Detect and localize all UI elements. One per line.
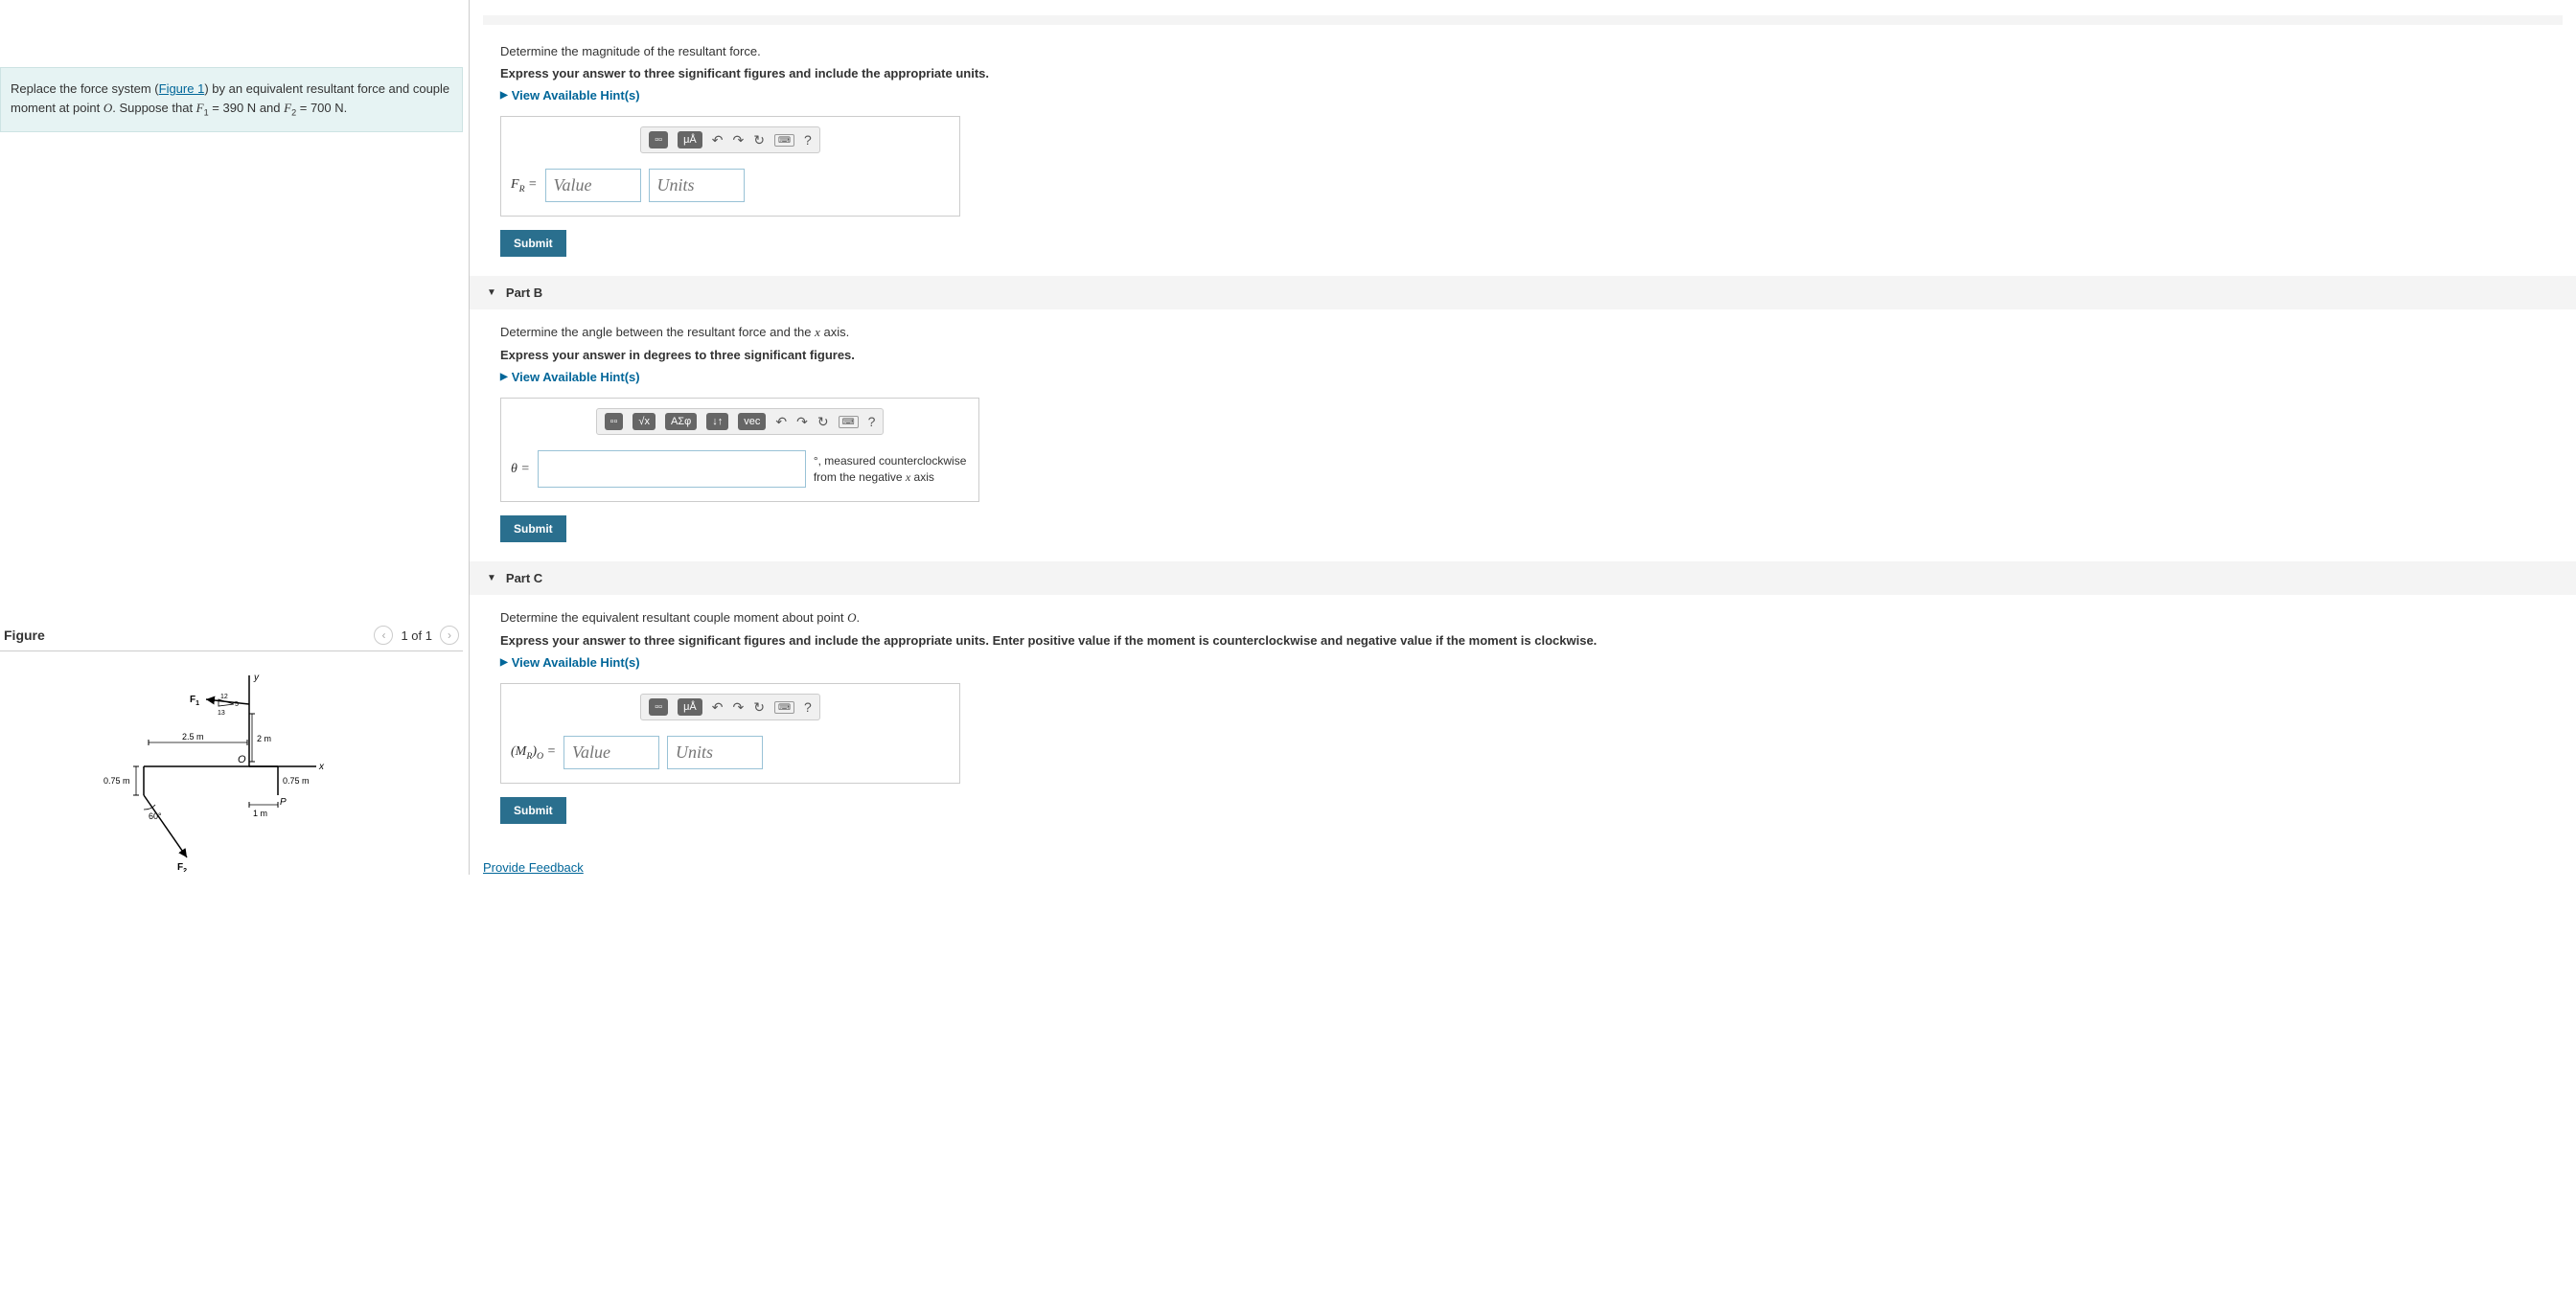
part-b-toolbar: ▫▫ √x ΑΣφ ↓↑ vec ↶ ↷ ↻ ⌨ ?	[596, 408, 885, 435]
svg-text:O: O	[238, 754, 246, 765]
part-b-question: Determine the angle between the resultan…	[500, 325, 2563, 340]
svg-text:13: 13	[218, 710, 225, 717]
figure-link[interactable]: Figure 1	[159, 81, 205, 96]
part-c-submit-button[interactable]: Submit	[500, 797, 566, 824]
greek-tool-icon[interactable]: ΑΣφ	[665, 413, 697, 430]
keyboard-icon[interactable]: ⌨	[774, 701, 794, 714]
svg-text:2 m: 2 m	[257, 734, 271, 743]
figure-section: Figure ‹ 1 of 1 › y	[0, 620, 463, 875]
part-b: Determine the angle between the resultan…	[483, 325, 2563, 542]
help-icon[interactable]: ?	[804, 132, 812, 148]
part-b-header[interactable]: ▼ Part B	[470, 276, 2576, 309]
svg-text:0.75 m: 0.75 m	[104, 776, 130, 786]
part-b-answer-box: ▫▫ √x ΑΣφ ↓↑ vec ↶ ↷ ↻ ⌨ ? θ = °, measur…	[500, 398, 979, 502]
help-icon[interactable]: ?	[804, 699, 812, 715]
redo-icon[interactable]: ↷	[732, 699, 744, 716]
problem-statement: Replace the force system (Figure 1) by a…	[0, 67, 463, 132]
collapse-icon: ▼	[487, 573, 496, 583]
part-b-value-input[interactable]	[538, 450, 806, 488]
part-c-header[interactable]: ▼ Part C	[470, 561, 2576, 595]
svg-text:1 m: 1 m	[253, 809, 267, 818]
part-c-question: Determine the equivalent resultant coupl…	[500, 610, 2563, 626]
part-a-hints-toggle[interactable]: ▶ View Available Hint(s)	[500, 88, 2563, 103]
undo-icon[interactable]: ↶	[775, 414, 787, 430]
svg-text:5: 5	[235, 701, 239, 708]
expand-icon: ▶	[500, 90, 508, 101]
part-a-toolbar: ▫▫ μÅ ↶ ↷ ↻ ⌨ ?	[640, 126, 820, 153]
part-a-answer-box: ▫▫ μÅ ↶ ↷ ↻ ⌨ ? FR =	[500, 116, 960, 217]
part-a-question: Determine the magnitude of the resultant…	[500, 44, 2563, 58]
problem-text: Replace the force system (	[11, 81, 159, 96]
part-c-toolbar: ▫▫ μÅ ↶ ↷ ↻ ⌨ ?	[640, 694, 820, 720]
part-c-units-input[interactable]	[667, 736, 763, 769]
keyboard-icon[interactable]: ⌨	[774, 134, 794, 147]
part-a-submit-button[interactable]: Submit	[500, 230, 566, 257]
part-a-header-bar	[483, 15, 2563, 25]
svg-text:0.75 m: 0.75 m	[283, 776, 310, 786]
undo-icon[interactable]: ↶	[712, 132, 724, 148]
svg-text:F2: F2	[177, 862, 187, 872]
part-a-units-input[interactable]	[649, 169, 745, 202]
part-b-hints-toggle[interactable]: ▶ View Available Hint(s)	[500, 370, 2563, 384]
part-c-variable-label: (MR)O =	[511, 744, 556, 762]
part-a: Determine the magnitude of the resultant…	[483, 44, 2563, 257]
part-b-instruction: Express your answer in degrees to three …	[500, 348, 2563, 362]
svg-text:F1: F1	[190, 695, 199, 707]
svg-text:y: y	[253, 673, 260, 683]
svg-text:P: P	[280, 797, 287, 808]
reset-icon[interactable]: ↻	[753, 132, 765, 148]
figure-nav: ‹ 1 of 1 ›	[374, 626, 459, 645]
expand-icon: ▶	[500, 657, 508, 668]
redo-icon[interactable]: ↷	[732, 132, 744, 148]
svg-text:x: x	[318, 762, 325, 772]
keyboard-icon[interactable]: ⌨	[839, 416, 859, 428]
figure-diagram: y x O F1 12 5 13	[0, 651, 463, 875]
right-panel: Determine the magnitude of the resultant…	[470, 0, 2576, 875]
part-c-hints-toggle[interactable]: ▶ View Available Hint(s)	[500, 655, 2563, 670]
part-b-submit-button[interactable]: Submit	[500, 515, 566, 542]
reset-icon[interactable]: ↻	[753, 699, 765, 716]
part-b-variable-label: θ =	[511, 462, 530, 477]
part-a-variable-label: FR =	[511, 177, 538, 194]
provide-feedback-link[interactable]: Provide Feedback	[483, 860, 584, 875]
redo-icon[interactable]: ↷	[796, 414, 808, 430]
part-a-instruction: Express your answer to three significant…	[500, 66, 2563, 80]
sqrt-tool-icon[interactable]: √x	[632, 413, 656, 430]
expand-icon: ▶	[500, 372, 508, 382]
template-tool-icon[interactable]: ▫▫	[605, 413, 624, 430]
svg-text:12: 12	[220, 694, 228, 700]
figure-title: Figure	[4, 628, 45, 643]
svg-text:60°: 60°	[149, 811, 162, 821]
reset-icon[interactable]: ↻	[817, 414, 829, 430]
part-a-value-input[interactable]	[545, 169, 641, 202]
part-c-value-input[interactable]	[564, 736, 659, 769]
svg-text:2.5 m: 2.5 m	[182, 732, 204, 742]
units-tool-icon[interactable]: μÅ	[678, 698, 702, 716]
units-tool-icon[interactable]: μÅ	[678, 131, 702, 148]
template-tool-icon[interactable]: ▫▫	[649, 131, 668, 148]
figure-header: Figure ‹ 1 of 1 ›	[0, 620, 463, 651]
part-c-instruction: Express your answer to three significant…	[500, 633, 2563, 648]
part-c-answer-box: ▫▫ μÅ ↶ ↷ ↻ ⌨ ? (MR)O =	[500, 683, 960, 784]
figure-next-button[interactable]: ›	[440, 626, 459, 645]
left-panel: Replace the force system (Figure 1) by a…	[0, 0, 470, 875]
collapse-icon: ▼	[487, 287, 496, 298]
part-b-suffix: °, measured counterclockwise from the ne…	[814, 453, 967, 486]
figure-prev-button[interactable]: ‹	[374, 626, 393, 645]
part-c: Determine the equivalent resultant coupl…	[483, 610, 2563, 824]
undo-icon[interactable]: ↶	[712, 699, 724, 716]
help-icon[interactable]: ?	[868, 414, 876, 429]
figure-page: 1 of 1	[401, 628, 432, 643]
arrows-tool-icon[interactable]: ↓↑	[706, 413, 728, 430]
vec-tool-icon[interactable]: vec	[738, 413, 766, 430]
template-tool-icon[interactable]: ▫▫	[649, 698, 668, 716]
